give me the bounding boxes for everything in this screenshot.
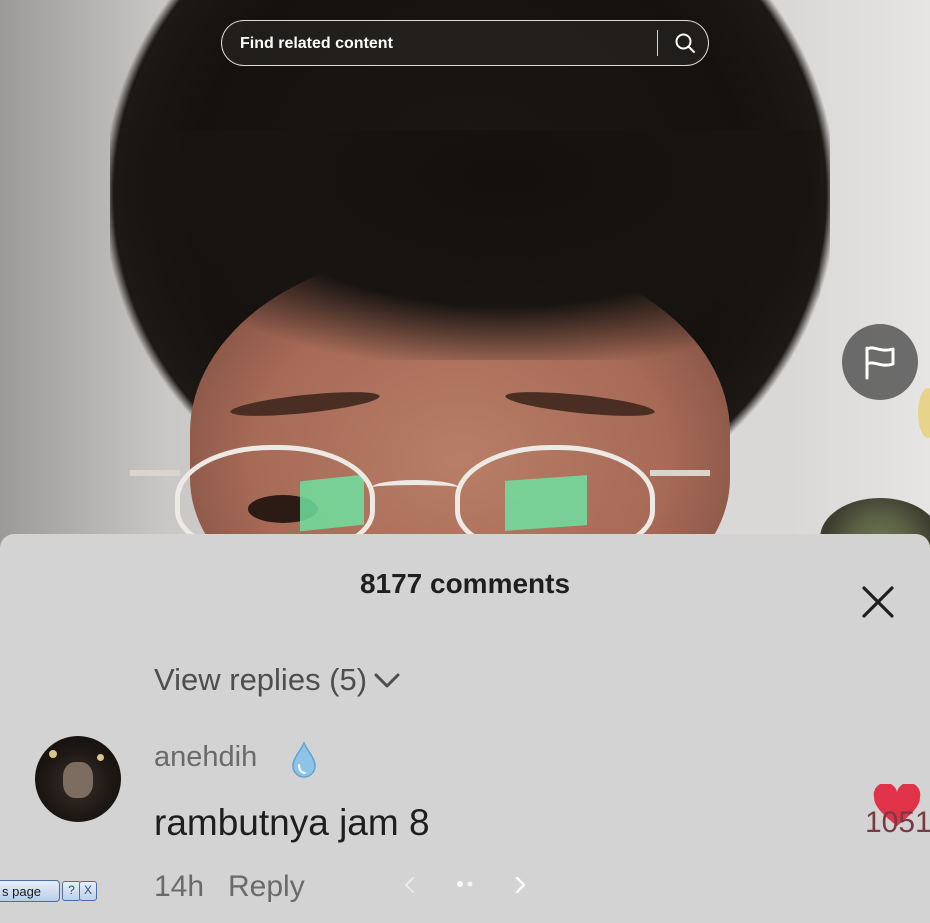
comments-count: 8177 comments [359, 568, 571, 599]
close-icon [862, 586, 894, 618]
page-indicator [457, 881, 473, 887]
video-frame[interactable] [0, 0, 930, 560]
comment-text: rambutnya jam 8 [154, 802, 430, 843]
taskbar-close-button[interactable]: X [79, 881, 97, 901]
like-count: 1051 [865, 806, 930, 839]
comment-timestamp: 14h [154, 870, 205, 903]
video-glasses-bridge [372, 480, 458, 495]
search-button[interactable] [668, 27, 702, 59]
flag-icon [865, 346, 895, 380]
video-background-object [918, 388, 930, 438]
reply-button[interactable]: Reply [228, 870, 305, 904]
comments-panel: 8177 comments View replies (5) anehdih r… [0, 534, 930, 923]
chevron-left-icon[interactable] [399, 874, 421, 896]
report-button[interactable] [842, 324, 918, 400]
search-input[interactable] [238, 21, 662, 67]
chevron-down-icon [374, 673, 400, 688]
avatar-detail [49, 750, 57, 758]
comment-username[interactable]: anehdih [154, 741, 257, 774]
video-glasses-temple-left [130, 470, 180, 476]
search-bar [221, 20, 709, 67]
view-replies-button[interactable]: View replies (5) [154, 662, 401, 698]
video-bangs-shape [120, 130, 820, 360]
close-comments-button[interactable] [858, 582, 898, 622]
avatar-detail [63, 762, 93, 798]
avatar-detail [97, 754, 104, 761]
search-icon [675, 33, 695, 53]
water-drop-icon [292, 741, 316, 778]
video-glasses-temple-right [650, 470, 710, 476]
search-divider [657, 30, 658, 56]
comment-avatar[interactable] [35, 736, 121, 822]
taskbar-page-tab[interactable]: s page [0, 880, 60, 902]
view-replies-label: View replies (5) [154, 662, 368, 697]
chevron-right-icon[interactable] [509, 874, 531, 896]
